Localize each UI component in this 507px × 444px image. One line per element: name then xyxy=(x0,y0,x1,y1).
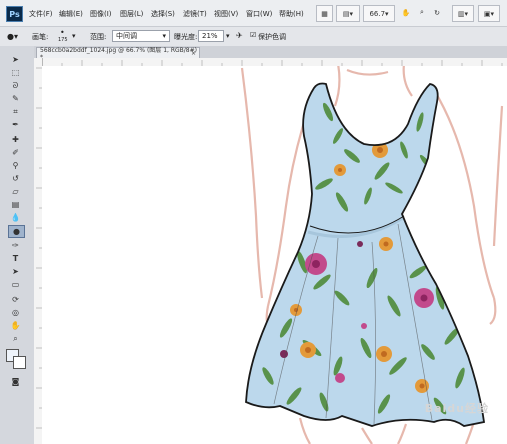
photoshop-logo: Ps xyxy=(6,6,23,22)
hand-tool-panel-icon[interactable]: ✋ xyxy=(8,320,23,331)
range-label: 范围: xyxy=(90,33,107,41)
pen-tool-icon[interactable]: ✑ xyxy=(8,240,23,251)
view-extras-dropdown[interactable]: ▤▾ xyxy=(336,5,360,22)
menu-image[interactable]: 图像(I) xyxy=(90,9,112,19)
ruler-ticks xyxy=(42,60,503,66)
menu-view[interactable]: 视图(V) xyxy=(214,9,238,19)
blur-tool-icon[interactable]: 💧 xyxy=(8,212,23,223)
exposure-value: 21% xyxy=(202,32,218,40)
history-brush-tool-icon[interactable]: ↺ xyxy=(8,173,23,184)
chevron-down-icon: ▾ xyxy=(162,32,166,40)
eraser-tool-icon[interactable]: ▱ xyxy=(8,186,23,197)
marquee-tool-icon[interactable]: ⬚ xyxy=(8,67,23,78)
exposure-label: 曝光度: xyxy=(174,33,198,41)
airbrush-icon[interactable]: ✈ xyxy=(236,31,243,40)
document-tab[interactable]: 568ccb0a2bddf_1024.jpg @ 66.7% (图层 1, RG… xyxy=(36,47,200,61)
menu-file[interactable]: 文件(F) xyxy=(29,9,53,19)
range-value: 中间调 xyxy=(116,32,137,40)
gradient-tool-icon[interactable]: ▤ xyxy=(8,199,23,210)
quick-selection-tool-icon[interactable]: ✎ xyxy=(8,93,23,104)
brush-preview-icon[interactable]: • xyxy=(60,28,65,37)
brush-tool-icon[interactable]: ✐ xyxy=(8,147,23,158)
dodge-tool-icon[interactable]: ● xyxy=(8,225,25,238)
dress-fabric xyxy=(246,83,484,426)
zoom-value: 66.7 xyxy=(369,9,386,18)
zoom-tool-panel-icon[interactable]: ⌕ xyxy=(8,333,23,344)
crop-tool-icon[interactable]: ⌗ xyxy=(8,106,23,117)
menu-bar: Ps 文件(F) 编辑(E) 图像(I) 图层(L) 选择(S) 滤镜(T) 视… xyxy=(0,0,507,27)
range-select[interactable]: 中间调 ▾ xyxy=(112,30,170,42)
ruler-ticks-vertical xyxy=(36,67,42,429)
menu-filter[interactable]: 滤镜(T) xyxy=(183,9,207,19)
watermark: Baidu经验 xyxy=(424,402,489,415)
shape-tool-icon[interactable]: ▭ xyxy=(8,279,23,290)
protect-tones-checkbox[interactable]: ☑ xyxy=(250,31,256,39)
screen-mode-icon[interactable]: ▣▾ xyxy=(478,5,500,22)
exposure-dropdown-icon[interactable]: ▾ xyxy=(226,32,230,40)
bridge-icon[interactable]: ▦ xyxy=(316,5,333,22)
brush-label: 画笔: xyxy=(32,33,49,41)
arrange-documents-icon[interactable]: ▥▾ xyxy=(452,5,474,22)
options-bar: ●▾ 画笔: • 175 ▾ 范围: 中间调 ▾ 曝光度: 21% ▾ ✈ ☑ … xyxy=(0,27,507,47)
path-selection-tool-icon[interactable]: ➤ xyxy=(8,266,23,277)
3d-orbit-tool-icon[interactable]: ◎ xyxy=(8,307,23,318)
menu-select[interactable]: 选择(S) xyxy=(151,9,175,19)
spot-healing-tool-icon[interactable]: ✚ xyxy=(8,134,23,145)
type-tool-icon[interactable]: T xyxy=(8,253,23,264)
3d-rotate-tool-icon[interactable]: ⟳ xyxy=(8,294,23,305)
close-icon[interactable]: × xyxy=(191,50,196,57)
menu-help[interactable]: 帮助(H) xyxy=(279,9,304,19)
brush-dropdown-icon[interactable]: ▾ xyxy=(72,32,76,40)
exposure-input[interactable]: 21% xyxy=(198,30,224,42)
lasso-tool-icon[interactable]: ᘐ xyxy=(8,80,23,91)
move-tool-icon[interactable]: ➤ xyxy=(8,54,23,65)
eyedropper-tool-icon[interactable]: ✒ xyxy=(8,119,23,130)
rotate-view-icon[interactable]: ↻ xyxy=(431,5,443,20)
menu-window[interactable]: 窗口(W) xyxy=(246,9,272,19)
menu-layer[interactable]: 图层(L) xyxy=(120,9,143,19)
tools-panel: ➤ ⬚ ᘐ ✎ ⌗ ✒ ✚ ✐ ⚲ ↺ ▱ ▤ 💧 ● ✑ T ➤ ▭ ⟳ ◎ … xyxy=(0,46,35,444)
zoom-level[interactable]: 66.7 ▾ xyxy=(363,5,395,22)
clone-stamp-tool-icon[interactable]: ⚲ xyxy=(8,160,23,171)
protect-tones-label: 保护色调 xyxy=(258,33,286,41)
quick-mask-icon[interactable]: ◙ xyxy=(8,376,23,387)
background-color-swatch[interactable] xyxy=(13,356,26,369)
zoom-tool-icon[interactable]: ⌕ xyxy=(416,5,428,20)
tool-preset-icon[interactable]: ●▾ xyxy=(7,32,18,41)
dress-illustration xyxy=(240,66,504,444)
document-canvas[interactable]: Baidu经验 xyxy=(42,66,507,444)
brush-size: 175 xyxy=(58,37,68,43)
color-swatches[interactable] xyxy=(6,349,26,369)
menu-edit[interactable]: 编辑(E) xyxy=(59,9,83,19)
hand-tool-icon[interactable]: ✋ xyxy=(400,5,412,20)
